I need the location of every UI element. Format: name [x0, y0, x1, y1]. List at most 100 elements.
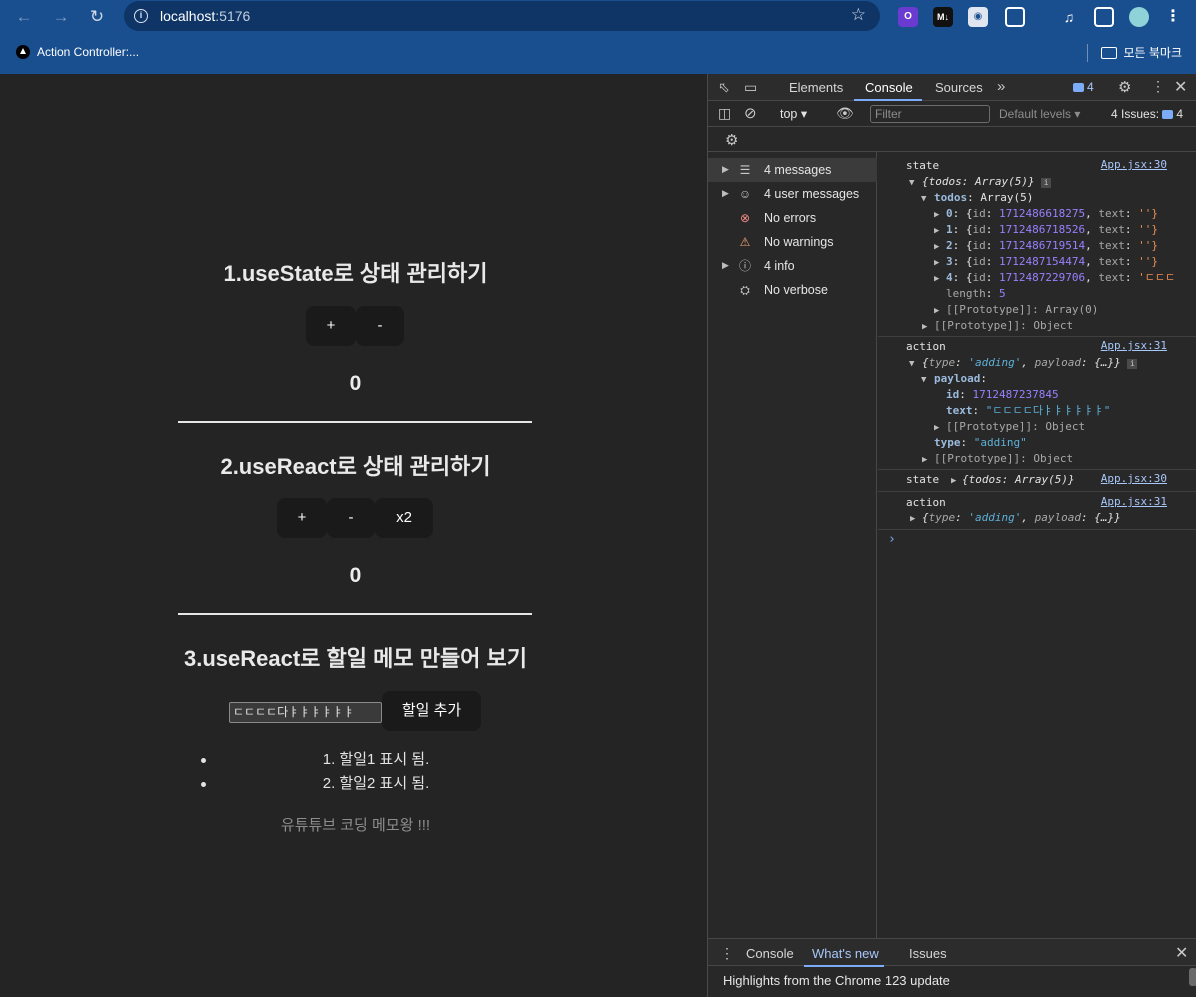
add-todo-button[interactable]: 할일 추가	[382, 691, 481, 731]
device-toolbar-icon[interactable]: ▭	[744, 79, 757, 96]
todo-input[interactable]: ㄷㄷㄷㄷ다ㅑㅑㅑㅑㅑㅑ	[229, 702, 382, 723]
collapse-arrow-icon[interactable]: ▼	[921, 375, 926, 385]
media-control-icon[interactable]: ♫	[1059, 7, 1079, 27]
clear-console-icon[interactable]: ⊘	[744, 104, 757, 122]
expand-arrow-icon[interactable]: ▶	[934, 226, 939, 236]
expand-arrow-icon[interactable]: ▶	[910, 514, 915, 524]
sidebar-label: 4 messages	[764, 163, 832, 177]
todo-entry[interactable]: 3: {id: 1712487154474, text: ''}	[946, 254, 1158, 270]
devtools-tabbar: ⬁ ▭ Elements Console Sources » 4 ⚙ ⋮ ✕	[708, 74, 1196, 101]
payload-id: id: 1712487237845	[946, 388, 1059, 401]
sidebar-label: No warnings	[764, 235, 834, 249]
todo-entry[interactable]: 1: {id: 1712486718526, text: ''}	[946, 222, 1158, 238]
expand-arrow-icon[interactable]: ▶	[934, 423, 939, 433]
object-summary[interactable]: {type: 'adding', payload: {…}} i	[922, 355, 1138, 371]
expand-arrow-icon[interactable]: ▶	[922, 322, 927, 332]
messages-badge[interactable]: 4	[1073, 80, 1094, 94]
expand-arrow-icon[interactable]: ▶	[934, 258, 939, 268]
extensions-puzzle-icon[interactable]	[1005, 7, 1025, 27]
tab-console[interactable]: Console	[865, 80, 913, 95]
expand-arrow-icon[interactable]: ▶	[934, 210, 939, 220]
expand-arrow-icon[interactable]: ▶	[934, 306, 939, 316]
collapse-arrow-icon[interactable]: ▼	[909, 178, 914, 188]
sidebar-item-info[interactable]: ▶ ⓘ 4 info	[708, 254, 877, 278]
issues-icon	[1162, 110, 1174, 120]
context-select[interactable]: top ▾	[780, 106, 807, 121]
section2-minus-button[interactable]: -	[327, 498, 375, 538]
side-panel-icon[interactable]	[1094, 7, 1114, 27]
expand-arrow-icon[interactable]: ▶	[934, 242, 939, 252]
forward-icon[interactable]: →	[49, 5, 73, 29]
prototype-object[interactable]: [[Prototype]]: Object	[934, 451, 1073, 467]
payload-text: text: "ㄷㄷㄷㄷ다ㅑㅑㅑㅑㅑㅑ"	[946, 404, 1111, 417]
log-separator	[878, 529, 1196, 530]
devtools-menu-icon[interactable]: ⋮	[1151, 78, 1165, 95]
section2-double-button[interactable]: x2	[375, 498, 433, 538]
section1-plus-button[interactable]: +	[306, 306, 356, 346]
avatar[interactable]	[1129, 7, 1149, 27]
scrollbar[interactable]	[1189, 968, 1196, 986]
object-summary[interactable]: {todos: Array(5)}	[962, 472, 1075, 488]
object-summary[interactable]: {todos: Array(5)} i	[922, 174, 1052, 190]
drawer-tab-issues[interactable]: Issues	[909, 946, 947, 961]
todo-text: 1. 할일1 표시 됨.	[322, 751, 430, 768]
drawer-close-icon[interactable]: ✕	[1175, 943, 1188, 963]
back-icon[interactable]: ←	[12, 5, 36, 29]
expand-arrow-icon[interactable]: ▶	[934, 274, 939, 284]
todo-entry[interactable]: 4: {id: 1712487229706, text: 'ㄷㄷㄷ	[946, 270, 1175, 286]
bookmarks-divider	[1087, 44, 1088, 62]
prototype-object[interactable]: [[Prototype]]: Object	[934, 318, 1073, 334]
user-icon: ☺	[738, 187, 752, 201]
all-bookmarks-button[interactable]: 모든 북마크	[1101, 44, 1182, 61]
drawer-tab-console[interactable]: Console	[746, 946, 794, 961]
tab-sources[interactable]: Sources	[935, 80, 983, 95]
bookmark-star-icon[interactable]: ☆	[851, 5, 866, 25]
chat-extension-icon[interactable]: ◉	[968, 7, 988, 27]
todo-entry[interactable]: 0: {id: 1712486618275, text: ''}	[946, 206, 1158, 222]
expand-arrow-icon[interactable]: ▶	[951, 476, 956, 486]
sidebar-item-messages[interactable]: ▶ ☰ 4 messages	[708, 158, 877, 182]
section1-minus-button[interactable]: -	[356, 306, 404, 346]
sidebar-toggle-icon[interactable]: ◫	[718, 105, 731, 122]
collapse-arrow-icon[interactable]: ▼	[909, 359, 914, 369]
source-link[interactable]: App.jsx:31	[1101, 339, 1167, 352]
section1-count: 0	[349, 372, 362, 395]
tab-elements[interactable]: Elements	[789, 80, 843, 95]
section2-plus-button[interactable]: +	[277, 498, 327, 538]
menu-kebab-icon[interactable]: ⋮	[1163, 7, 1183, 27]
prototype-object[interactable]: [[Prototype]]: Object	[946, 419, 1085, 435]
todo-entry[interactable]: 2: {id: 1712486719514, text: ''}	[946, 238, 1158, 254]
inspect-element-icon[interactable]: ⬁	[718, 79, 730, 96]
sidebar-item-user-messages[interactable]: ▶ ☺ 4 user messages	[708, 182, 877, 206]
object-summary[interactable]: {type: 'adding', payload: {…}}	[922, 510, 1121, 526]
console-settings-gear-icon[interactable]: ⚙	[725, 131, 738, 149]
sidebar-item-warnings[interactable]: ⚠ No warnings	[708, 230, 877, 254]
sidebar-item-errors[interactable]: ⊗ No errors	[708, 206, 877, 230]
site-info-icon[interactable]: i	[134, 9, 148, 23]
extension-o-icon[interactable]: O	[898, 7, 918, 27]
bookmark-action-controller[interactable]: Action Controller:...	[16, 45, 139, 59]
reload-icon[interactable]: ↻	[85, 5, 109, 29]
drawer-menu-icon[interactable]: ⋮	[720, 945, 734, 962]
console-filter-input[interactable]: Filter	[870, 105, 990, 123]
more-tabs-icon[interactable]: »	[997, 78, 1005, 95]
drawer-tab-whats-new[interactable]: What's new	[812, 946, 879, 961]
console-prompt-icon[interactable]: ›	[888, 532, 896, 548]
source-link[interactable]: App.jsx:30	[1101, 158, 1167, 171]
console-output: state App.jsx:30 ▼ {todos: Array(5)} i ▼…	[878, 152, 1196, 938]
address-bar[interactable]: i localhost:5176 ☆	[124, 1, 880, 31]
info-badge-icon: i	[1041, 178, 1052, 188]
collapse-arrow-icon[interactable]: ▼	[921, 194, 926, 204]
issues-counter[interactable]: 4 Issues: 4	[1111, 107, 1183, 121]
markdown-extension-icon[interactable]: M↓	[933, 7, 953, 27]
log-levels-select[interactable]: Default levels ▾	[999, 107, 1080, 121]
list-icon: ☰	[739, 163, 751, 177]
source-link[interactable]: App.jsx:30	[1101, 472, 1167, 485]
settings-gear-icon[interactable]: ⚙	[1118, 78, 1131, 96]
prototype-array[interactable]: [[Prototype]]: Array(0)	[946, 302, 1098, 318]
close-icon[interactable]: ✕	[1174, 77, 1187, 97]
live-expression-eye-icon[interactable]: 👁	[836, 105, 854, 122]
expand-arrow-icon[interactable]: ▶	[922, 455, 927, 465]
source-link[interactable]: App.jsx:31	[1101, 495, 1167, 508]
sidebar-item-verbose[interactable]: ⛭ No verbose	[708, 278, 877, 302]
